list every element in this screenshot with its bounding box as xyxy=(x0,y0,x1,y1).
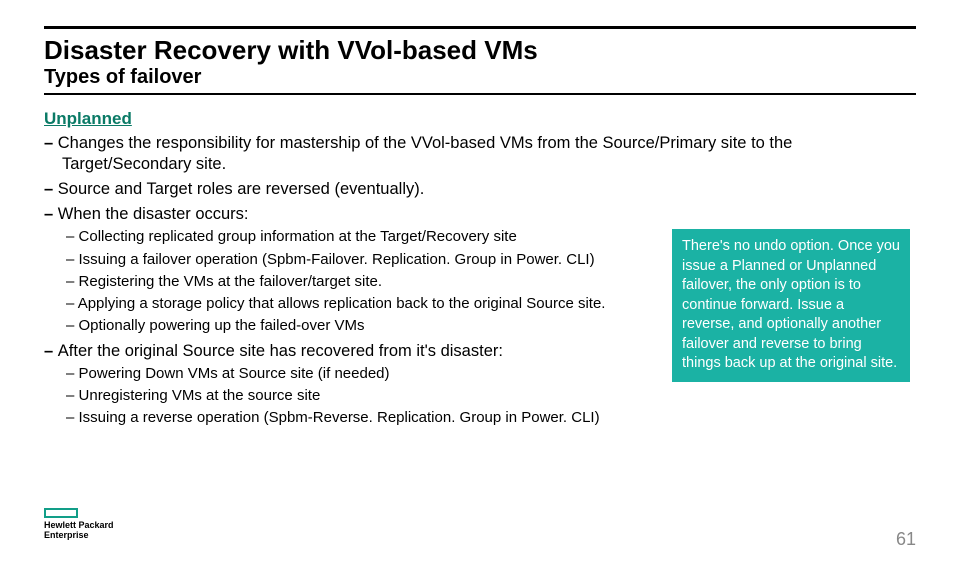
hpe-logo-bar-icon xyxy=(44,508,78,518)
top-rule xyxy=(44,26,916,29)
content-area: Unplanned Changes the responsibility for… xyxy=(44,109,916,429)
slide-title: Disaster Recovery with VVol-based VMs xyxy=(44,35,916,66)
section-heading: Unplanned xyxy=(44,109,916,129)
bullet-lvl1: Source and Target roles are reversed (ev… xyxy=(44,179,916,200)
slide-subtitle: Types of failover xyxy=(44,66,916,89)
callout-box: There's no undo option. Once you issue a… xyxy=(672,229,910,382)
mid-rule xyxy=(44,93,916,95)
slide: Disaster Recovery with VVol-based VMs Ty… xyxy=(0,26,960,566)
bullet-lvl2: Unregistering VMs at the source site xyxy=(66,386,916,406)
hpe-logo-text-line2: Enterprise xyxy=(44,531,114,540)
bullet-lvl1: When the disaster occurs: xyxy=(44,204,916,225)
bullet-lvl2: Issuing a reverse operation (Spbm-Revers… xyxy=(66,408,916,428)
bullet-lvl1: Changes the responsibility for mastershi… xyxy=(44,133,916,175)
hpe-logo: Hewlett Packard Enterprise xyxy=(44,508,114,540)
